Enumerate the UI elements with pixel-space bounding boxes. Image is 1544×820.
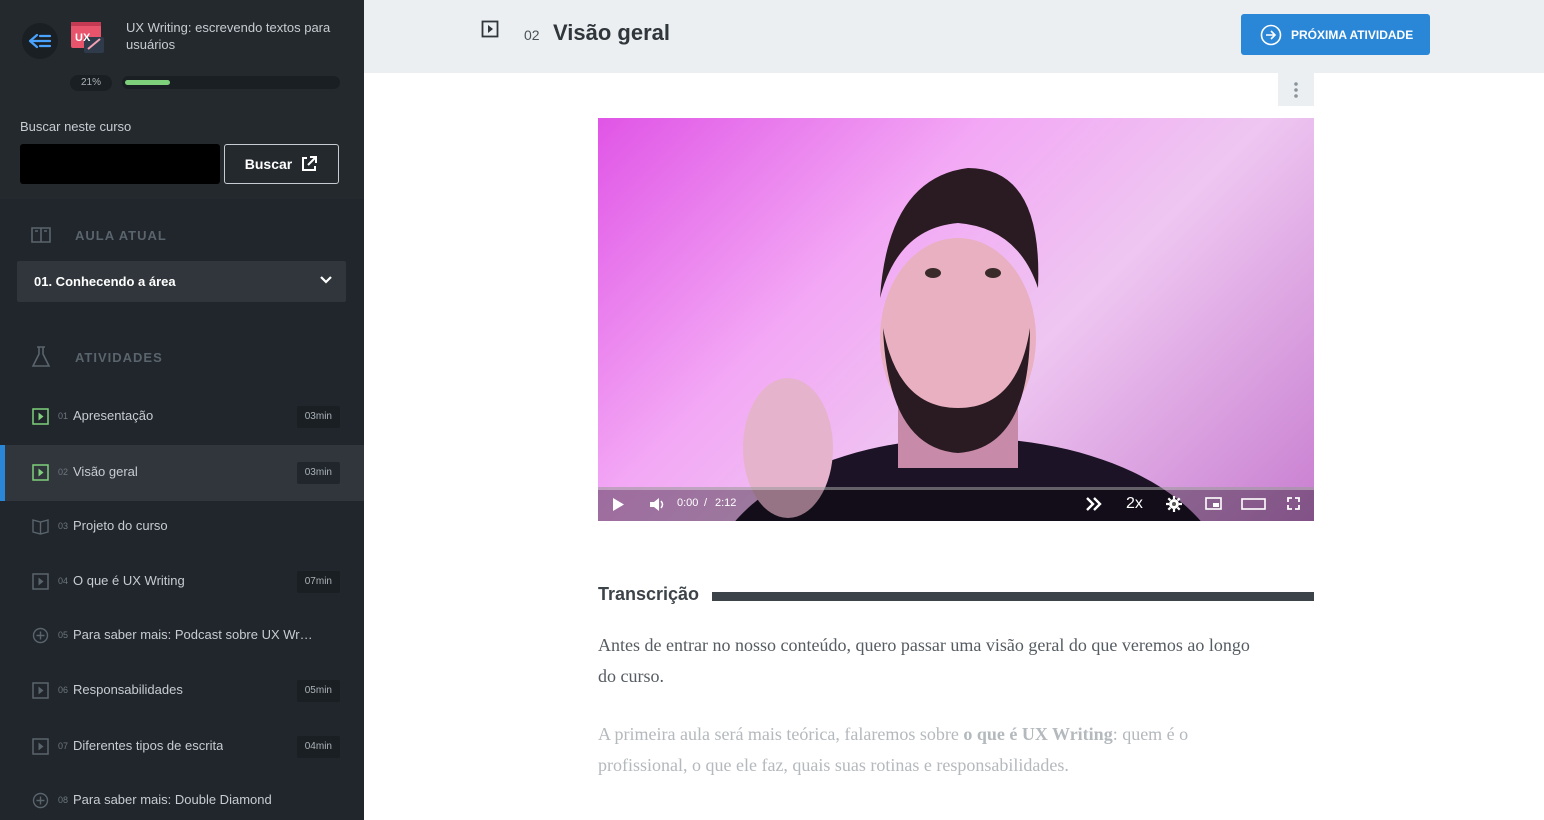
transcript-divider (712, 592, 1314, 601)
plus-circle-icon (32, 627, 49, 644)
video-icon (32, 682, 49, 699)
flask-icon (31, 346, 51, 367)
activity-number: 06 (58, 685, 69, 695)
activity-number: 01 (58, 411, 69, 421)
search-button[interactable]: Buscar (224, 144, 339, 184)
skip-forward-icon[interactable] (1086, 497, 1103, 511)
page-title: Visão geral (553, 20, 670, 45)
activity-label: Visão geral (73, 464, 138, 479)
arrow-left-icon (28, 33, 52, 49)
activity-header: 02 Visão geral PRÓXIMA ATIVIDADE (364, 0, 1544, 73)
activity-item[interactable]: 02 Visão geral 03min (0, 445, 364, 501)
activity-label: Para saber mais: Podcast sobre UX Wri... (73, 627, 313, 642)
external-link-icon (302, 156, 318, 171)
activity-item[interactable]: 06 Responsabilidades 05min (0, 663, 364, 719)
video-seek-bar[interactable] (598, 487, 1314, 490)
video-controls: 0:00 / 2:12 2x (598, 487, 1314, 521)
activity-number: 05 (58, 630, 69, 640)
activity-item[interactable]: 08 Para saber mais: Double Diamond (0, 773, 364, 820)
book-icon (31, 227, 51, 243)
activity-duration: 03min (296, 406, 340, 428)
activity-item[interactable]: 07 Diferentes tipos de escrita 04min (0, 719, 364, 775)
activity-label: Responsabilidades (73, 682, 183, 697)
activity-label: Diferentes tipos de escrita (73, 738, 224, 753)
transcript-paragraph-faded: A primeira aula será mais teórica, falar… (598, 719, 1258, 781)
video-current-time: 0:00 (677, 497, 699, 509)
video-icon (32, 408, 49, 425)
next-activity-button[interactable]: PRÓXIMA ATIVIDADE (1241, 14, 1430, 55)
next-activity-label: PRÓXIMA ATIVIDADE (1291, 27, 1414, 42)
activity-label: Apresentação (73, 408, 154, 423)
transcript-paragraph: Antes de entrar no nosso conteúdo, quero… (598, 635, 1250, 686)
search-input[interactable] (20, 144, 220, 184)
transcript-bold-text: o que é UX Writing (963, 724, 1113, 744)
activity-duration: 04min (296, 736, 340, 758)
video-icon (481, 20, 499, 38)
arrow-right-circle-icon (1260, 24, 1282, 45)
progress-fill (125, 80, 170, 85)
sidebar-header: UX UX Writing: escrevendo textos para us… (0, 0, 364, 199)
lesson-dropdown-value: 01. Conhecendo a área (34, 274, 176, 289)
activity-duration: 03min (296, 462, 340, 484)
video-duration: 2:12 (715, 497, 737, 509)
current-lesson-label: AULA ATUAL (75, 227, 167, 243)
video-player[interactable]: 0:00 / 2:12 2x (598, 118, 1314, 521)
search-button-label: Buscar (244, 156, 293, 172)
activity-item[interactable]: 01 Apresentação 03min (0, 389, 364, 445)
activity-duration: 05min (296, 680, 340, 702)
activity-number: 02 (524, 27, 540, 43)
transcript-heading: Transcrição (598, 584, 700, 604)
presenter-video-frame (735, 168, 1201, 521)
picture-in-picture-icon[interactable] (1205, 497, 1222, 510)
video-icon (32, 573, 49, 590)
chevron-down-icon (320, 276, 332, 284)
video-icon (32, 464, 49, 481)
activity-label: Projeto do curso (73, 518, 168, 533)
activity-item[interactable]: 03 Projeto do curso (0, 499, 364, 555)
back-button[interactable] (22, 23, 58, 59)
volume-icon[interactable] (650, 498, 664, 511)
activity-item[interactable]: 04 O que é UX Writing 07min (0, 554, 364, 610)
course-logo: UX (70, 21, 106, 55)
activity-number: 03 (58, 521, 69, 531)
more-options-button[interactable] (1278, 73, 1314, 106)
svg-text:UX: UX (75, 32, 91, 44)
plus-circle-icon (32, 792, 49, 809)
course-title: UX Writing: escrevendo textos para usuár… (126, 20, 331, 52)
activity-number: 02 (58, 467, 69, 477)
activity-label: Para saber mais: Double Diamond (73, 792, 272, 807)
progress-bar (122, 76, 340, 89)
fullscreen-icon[interactable] (1287, 497, 1300, 510)
activity-number: 04 (58, 576, 69, 586)
activities-label: ATIVIDADES (75, 349, 163, 365)
activity-number: 07 (58, 741, 69, 751)
video-icon (32, 738, 49, 755)
search-label: Buscar neste curso (20, 119, 132, 134)
progress-percent: 21% (70, 75, 112, 91)
activity-label: O que é UX Writing (73, 573, 185, 588)
video-time-separator: / (704, 497, 708, 509)
settings-gear-icon[interactable] (1166, 496, 1182, 512)
activity-number: 08 (58, 795, 69, 805)
play-icon[interactable] (612, 498, 624, 511)
theater-mode-icon[interactable] (1241, 498, 1266, 510)
activity-duration: 07min (296, 571, 340, 593)
activity-item[interactable]: 05 Para saber mais: Podcast sobre UX Wri.… (0, 608, 364, 664)
playback-speed[interactable]: 2x (1126, 495, 1143, 513)
book-icon (32, 518, 49, 535)
kebab-menu-icon (1294, 81, 1298, 98)
lesson-dropdown[interactable]: 01. Conhecendo a área (17, 261, 346, 302)
sidebar: UX UX Writing: escrevendo textos para us… (0, 0, 364, 820)
transcript-text: A primeira aula será mais teórica, falar… (598, 724, 964, 744)
